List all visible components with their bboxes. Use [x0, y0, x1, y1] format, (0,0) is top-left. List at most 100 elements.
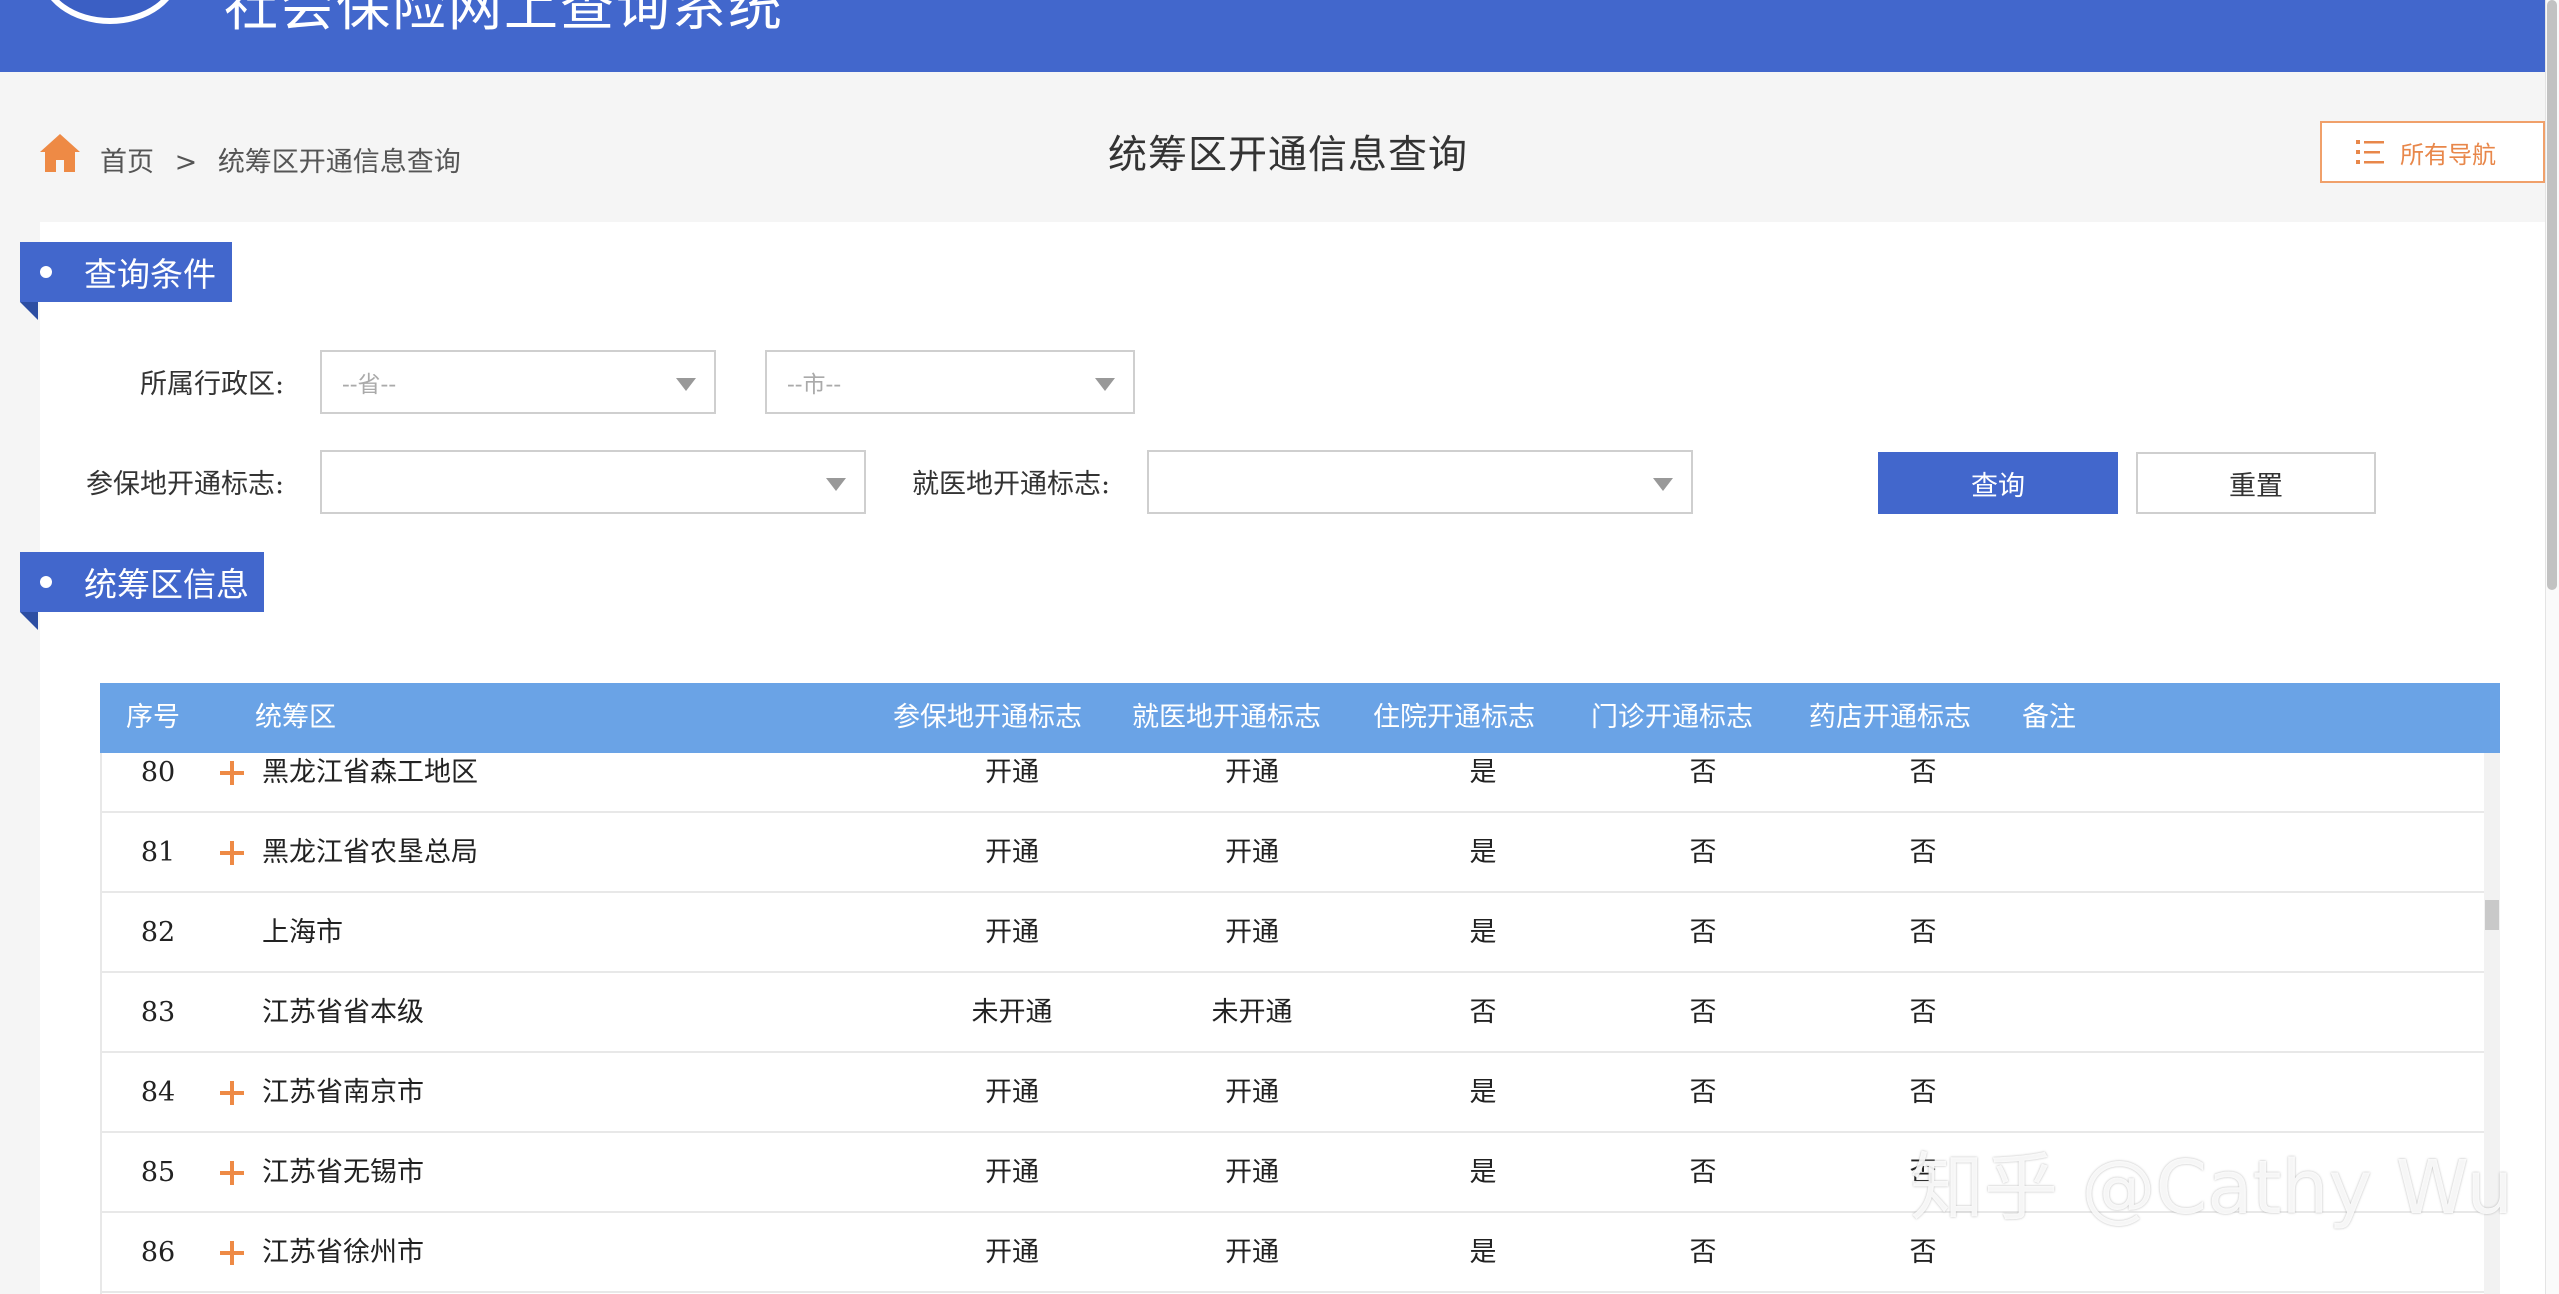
row-number: 82 — [140, 917, 176, 948]
region-name: 黑龙江省农垦总局 — [262, 837, 478, 868]
medical-flag: 开通 — [1225, 837, 1279, 868]
column-header[interactable]: 统筹区 — [255, 683, 336, 753]
site-logo — [40, 0, 180, 24]
city-select-value: --市-- — [787, 372, 842, 398]
query-section-title: 查询条件 — [20, 242, 232, 320]
column-header[interactable]: 备注 — [2022, 683, 2076, 753]
page-scrollbar-thumb[interactable] — [2547, 0, 2557, 590]
row-number: 85 — [140, 1157, 176, 1188]
column-header[interactable]: 参保地开通标志 — [893, 683, 1082, 753]
region-name: 上海市 — [262, 917, 343, 948]
breadcrumb: 首页 > 统筹区开通信息查询 — [100, 140, 473, 179]
inpatient-flag: 是 — [1469, 1157, 1497, 1188]
region-label: 所属行政区: — [140, 369, 285, 400]
column-header[interactable]: 序号 — [126, 683, 180, 753]
table-row[interactable]: 83 江苏省省本级 未开通 未开通 否 否 否 — [102, 973, 2484, 1053]
medical-flag: 开通 — [1225, 757, 1279, 788]
table-row[interactable]: 80 黑龙江省森工地区 开通 开通 是 否 否 — [102, 753, 2484, 813]
column-header[interactable]: 药店开通标志 — [1809, 683, 1971, 753]
outpatient-flag: 否 — [1689, 1077, 1717, 1108]
column-header[interactable]: 就医地开通标志 — [1132, 683, 1321, 753]
breadcrumb-home[interactable]: 首页 — [100, 147, 154, 178]
inpatient-flag: 是 — [1469, 1237, 1497, 1268]
chevron-down-icon — [1653, 478, 1673, 491]
insured-flag-label: 参保地开通标志: — [86, 469, 285, 500]
expand-plus-icon[interactable] — [220, 761, 244, 785]
medical-flag: 开通 — [1225, 1077, 1279, 1108]
province-select-value: --省-- — [342, 372, 397, 398]
pharmacy-flag: 否 — [1909, 1077, 1937, 1108]
inpatient-flag: 否 — [1469, 997, 1497, 1028]
all-navigation-label: 所有导航 — [2400, 140, 2496, 169]
table-row[interactable]: 82 上海市 开通 开通 是 否 否 — [102, 893, 2484, 973]
medical-flag: 开通 — [1225, 917, 1279, 948]
expand-plus-icon[interactable] — [220, 1161, 244, 1185]
insured-flag: 未开通 — [971, 997, 1053, 1028]
medical-flag: 未开通 — [1211, 997, 1293, 1028]
table-header: 序号 统筹区 参保地开通标志 就医地开通标志 住院开通标志 门诊开通标志 药店开… — [100, 683, 2500, 753]
insured-flag: 开通 — [985, 757, 1039, 788]
expand-plus-icon[interactable] — [220, 841, 244, 865]
insured-flag: 开通 — [985, 1157, 1039, 1188]
chevron-down-icon — [676, 378, 696, 391]
row-number: 83 — [140, 997, 176, 1028]
info-section-title: 统筹区信息 — [20, 552, 264, 630]
insured-flag: 开通 — [985, 917, 1039, 948]
pharmacy-flag: 否 — [1909, 997, 1937, 1028]
breadcrumb-current: 统筹区开通信息查询 — [217, 147, 461, 178]
page-title: 统筹区开通信息查询 — [1108, 133, 1469, 178]
pharmacy-flag: 否 — [1909, 917, 1937, 948]
column-header[interactable]: 住院开通标志 — [1373, 683, 1535, 753]
outpatient-flag: 否 — [1689, 997, 1717, 1028]
insured-flag-select[interactable] — [320, 450, 866, 514]
top-header: 社会保险网上查询系统 — [0, 0, 2545, 72]
bullet-icon — [40, 576, 52, 588]
bullet-icon — [40, 266, 52, 278]
outpatient-flag: 否 — [1689, 757, 1717, 788]
site-title: 社会保险网上查询系统 — [224, 0, 784, 38]
home-icon[interactable] — [38, 132, 82, 174]
list-icon — [2356, 140, 2384, 164]
reset-button[interactable]: 重置 — [2136, 452, 2376, 514]
query-button[interactable]: 查询 — [1878, 452, 2118, 514]
row-number: 80 — [140, 757, 176, 788]
row-number: 84 — [140, 1077, 176, 1108]
region-name: 江苏省南京市 — [262, 1077, 424, 1108]
inpatient-flag: 是 — [1469, 917, 1497, 948]
table-row[interactable]: 81 黑龙江省农垦总局 开通 开通 是 否 否 — [102, 813, 2484, 893]
medical-flag: 开通 — [1225, 1157, 1279, 1188]
inpatient-flag: 是 — [1469, 1077, 1497, 1108]
chevron-down-icon — [826, 478, 846, 491]
column-header[interactable]: 门诊开通标志 — [1591, 683, 1753, 753]
row-number: 86 — [140, 1237, 176, 1268]
row-number: 81 — [140, 837, 176, 868]
watermark: 知乎 @Cathy Wu — [1910, 1145, 2514, 1231]
insured-flag: 开通 — [985, 1077, 1039, 1108]
expand-plus-icon[interactable] — [220, 1081, 244, 1105]
city-select[interactable]: --市-- — [765, 350, 1135, 414]
region-name: 黑龙江省森工地区 — [262, 757, 478, 788]
expand-plus-icon[interactable] — [220, 1241, 244, 1265]
inpatient-flag: 是 — [1469, 757, 1497, 788]
region-name: 江苏省省本级 — [262, 997, 424, 1028]
outpatient-flag: 否 — [1689, 917, 1717, 948]
table-row[interactable]: 84 江苏省南京市 开通 开通 是 否 否 — [102, 1053, 2484, 1133]
pharmacy-flag: 否 — [1909, 837, 1937, 868]
all-navigation-button[interactable]: 所有导航 — [2320, 121, 2545, 183]
pharmacy-flag: 否 — [1909, 757, 1937, 788]
table-scrollbar-thumb[interactable] — [2485, 900, 2499, 930]
insured-flag: 开通 — [985, 837, 1039, 868]
region-name: 江苏省徐州市 — [262, 1237, 424, 1268]
region-name: 江苏省无锡市 — [262, 1157, 424, 1188]
province-select[interactable]: --省-- — [320, 350, 716, 414]
medical-flag-label: 就医地开通标志: — [912, 469, 1111, 500]
breadcrumb-separator: > — [174, 147, 198, 178]
chevron-down-icon — [1095, 378, 1115, 391]
insured-flag: 开通 — [985, 1237, 1039, 1268]
outpatient-flag: 否 — [1689, 1237, 1717, 1268]
medical-flag-select[interactable] — [1147, 450, 1693, 514]
outpatient-flag: 否 — [1689, 1157, 1717, 1188]
medical-flag: 开通 — [1225, 1237, 1279, 1268]
outpatient-flag: 否 — [1689, 837, 1717, 868]
inpatient-flag: 是 — [1469, 837, 1497, 868]
